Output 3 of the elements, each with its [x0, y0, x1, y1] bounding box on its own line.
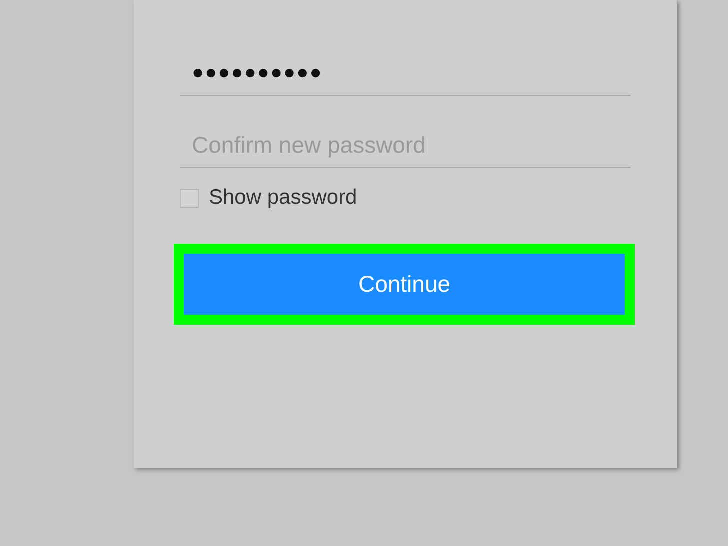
password-field[interactable]: ●●●●●●●●●●: [180, 52, 631, 96]
show-password-label: Show password: [209, 186, 358, 210]
show-password-checkbox[interactable]: [180, 188, 199, 208]
